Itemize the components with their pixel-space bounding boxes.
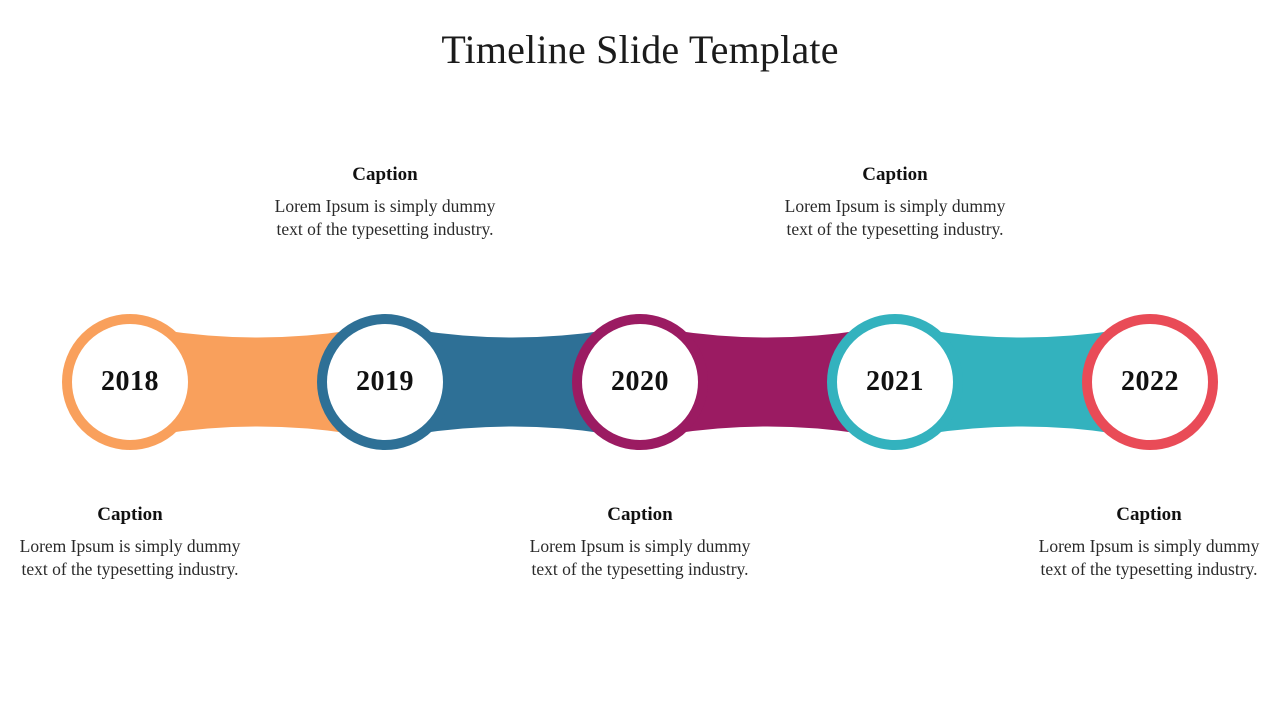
caption-block-2022: Caption Lorem Ipsum is simply dummy text… <box>1036 503 1262 580</box>
caption-block-2018: Caption Lorem Ipsum is simply dummy text… <box>17 503 243 580</box>
caption-title-2021: Caption <box>862 164 928 185</box>
caption-title-2019: Caption <box>352 164 418 185</box>
node-year-2019[interactable]: 2019 <box>317 366 453 398</box>
caption-title-2018: Caption <box>97 504 163 525</box>
caption-body-2020: Lorem Ipsum is simply dummy text of the … <box>529 536 751 579</box>
page-title: Timeline Slide Template <box>441 27 839 72</box>
caption-block-2021: Caption Lorem Ipsum is simply dummy text… <box>782 163 1008 240</box>
timeline-slide: Timeline Slide Template 2018 2019 2020 2… <box>0 0 1280 720</box>
caption-block-2019: Caption Lorem Ipsum is simply dummy text… <box>272 163 498 240</box>
caption-body-2022: Lorem Ipsum is simply dummy text of the … <box>1038 536 1260 579</box>
node-year-2022[interactable]: 2022 <box>1082 366 1218 398</box>
caption-title-2020: Caption <box>607 504 673 525</box>
caption-title-2022: Caption <box>1116 504 1182 525</box>
node-year-2021[interactable]: 2021 <box>827 366 963 398</box>
node-year-2018[interactable]: 2018 <box>62 366 198 398</box>
caption-body-2019: Lorem Ipsum is simply dummy text of the … <box>274 196 496 239</box>
caption-body-2021: Lorem Ipsum is simply dummy text of the … <box>784 196 1006 239</box>
node-year-2020[interactable]: 2020 <box>572 366 708 398</box>
caption-block-2020: Caption Lorem Ipsum is simply dummy text… <box>527 503 753 580</box>
caption-body-2018: Lorem Ipsum is simply dummy text of the … <box>19 536 241 579</box>
